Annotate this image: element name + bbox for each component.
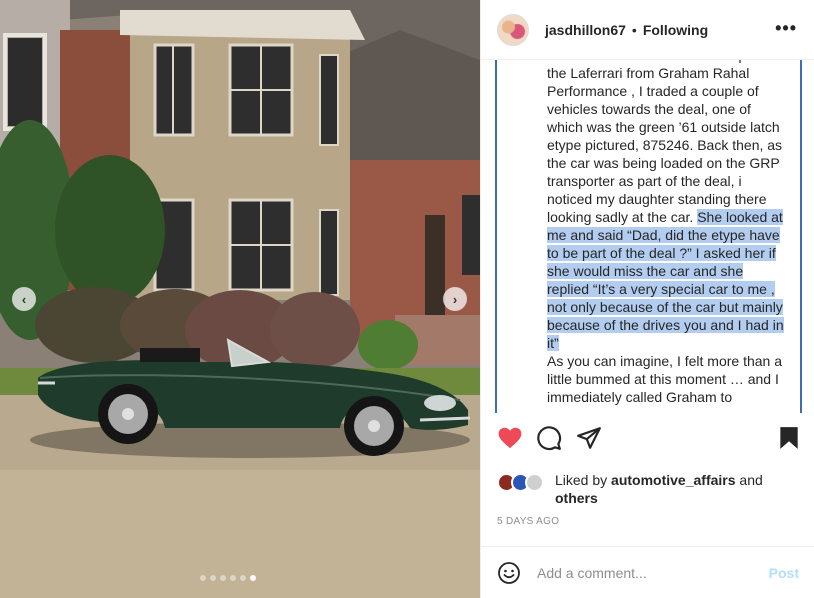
- post-date[interactable]: 5 DAYS AGO: [497, 516, 559, 527]
- emoji-icon[interactable]: [497, 561, 521, 585]
- carousel-dot: [230, 575, 236, 581]
- bookmark-saved-icon[interactable]: [776, 425, 804, 453]
- comment-bar: Post: [481, 546, 814, 598]
- likes-others-link[interactable]: others: [555, 490, 598, 506]
- action-bar: [481, 425, 814, 461]
- more-options-icon[interactable]: •••: [775, 18, 797, 38]
- comment-input[interactable]: [537, 564, 769, 581]
- liker-username-link[interactable]: automotive_affairs: [611, 472, 735, 488]
- photo-image: [0, 0, 480, 598]
- carousel-dot: [240, 575, 246, 581]
- comment-bubble-icon[interactable]: [536, 425, 564, 453]
- username-link[interactable]: jasdhillon67: [545, 22, 626, 38]
- likes-summary: Liked by automotive_affairs and others: [497, 471, 807, 507]
- likes-text: Liked by automotive_affairs and others: [555, 471, 763, 507]
- post-header: jasdhillon67 • Following •••: [481, 0, 814, 60]
- caption-text-before: Back in Feb 2020 when we acquired the La…: [547, 60, 783, 225]
- liked-by-label: Liked by: [555, 472, 612, 488]
- carousel-dots: [200, 575, 256, 581]
- avatar[interactable]: [497, 13, 529, 46]
- post-photo: ‹ ›: [0, 0, 480, 598]
- likes-and-label: and: [735, 472, 763, 488]
- liker-avatar[interactable]: [525, 473, 544, 492]
- separator-dot: •: [631, 21, 637, 38]
- carousel-dot: [210, 575, 216, 581]
- like-heart-icon[interactable]: [497, 425, 525, 453]
- carousel-dot: [200, 575, 206, 581]
- carousel-next-button[interactable]: ›: [443, 287, 467, 311]
- post-panel: jasdhillon67 • Following ••• Back in Feb…: [480, 0, 814, 598]
- caption-text: Back in Feb 2020 when we acquired the La…: [547, 60, 789, 406]
- post-comment-button[interactable]: Post: [769, 565, 799, 581]
- liker-avatars: [497, 471, 555, 493]
- caption-text-selected: She looked at me and said “Dad, did the …: [547, 209, 784, 351]
- share-paper-plane-icon[interactable]: [576, 425, 604, 453]
- caption-scroll-area[interactable]: Back in Feb 2020 when we acquired the La…: [495, 60, 802, 413]
- carousel-dot: [220, 575, 226, 581]
- following-button[interactable]: Following: [643, 22, 708, 38]
- carousel-prev-button[interactable]: ‹: [12, 287, 36, 311]
- caption-text-after: As you can imagine, I felt more than a l…: [547, 353, 783, 405]
- carousel-dot: [250, 575, 256, 581]
